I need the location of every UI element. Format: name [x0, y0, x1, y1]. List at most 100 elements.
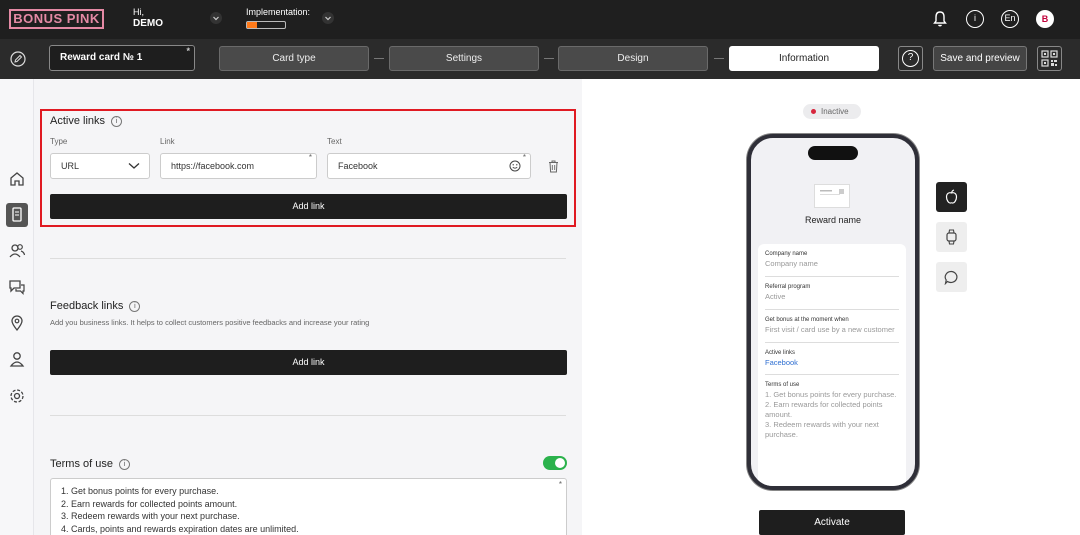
toolbar: Reward card № 1 * Card type Settings Des…	[0, 39, 1080, 79]
profile-icon[interactable]	[7, 349, 27, 369]
feedback-links-description: Add you business links. It helps to coll…	[50, 318, 370, 327]
link-text-value: Facebook	[338, 161, 378, 171]
qr-code-icon	[1041, 50, 1058, 67]
settings-icon[interactable]	[7, 386, 27, 406]
info-field-value: Company name	[765, 259, 818, 268]
form-panel: Active links i Type Link Text URL https:/…	[34, 79, 582, 535]
link-type-select[interactable]: URL	[50, 153, 150, 179]
terms-textarea[interactable]: * 1. Get bonus points for every purchase…	[50, 478, 567, 535]
info-field: Company name Company name	[765, 251, 899, 269]
language-icon[interactable]: En	[1001, 10, 1019, 28]
feedback-links-info-icon[interactable]: i	[129, 300, 141, 312]
toggle-knob	[555, 458, 565, 468]
active-links-title: Active links	[50, 115, 106, 127]
info-field-label: Referral program	[765, 284, 811, 290]
edit-icon[interactable]	[10, 51, 26, 67]
active-links-info-icon[interactable]: i	[111, 115, 123, 127]
card-info: Company name Company name Referral progr…	[758, 244, 906, 486]
help-button[interactable]: ?	[898, 46, 923, 71]
status-badge: Inactive	[803, 104, 861, 119]
info-separator	[765, 342, 899, 343]
info-field-value: Active	[765, 292, 786, 301]
greeting-text: Hi,	[133, 7, 144, 17]
add-active-link-button[interactable]: Add link	[50, 194, 567, 219]
home-icon[interactable]	[7, 169, 27, 189]
section-divider	[50, 258, 566, 259]
phone-notch	[808, 146, 858, 160]
reward-name: Reward name	[804, 215, 862, 225]
sidebar	[0, 79, 34, 535]
info-field-value: First visit / card use by a new customer	[765, 325, 895, 334]
user-menu-chevron-icon[interactable]	[210, 12, 222, 24]
users-icon[interactable]	[7, 241, 27, 261]
add-feedback-link-button[interactable]: Add link	[50, 350, 567, 375]
status-text: Inactive	[821, 107, 849, 116]
implementation-progress-fill	[247, 22, 257, 28]
chevron-down-icon	[128, 163, 140, 169]
avatar[interactable]: B	[1036, 10, 1054, 28]
implementation-chevron-icon[interactable]	[322, 12, 334, 24]
info-separator	[765, 276, 899, 277]
location-icon[interactable]	[7, 313, 27, 333]
terms-toggle[interactable]	[543, 456, 567, 470]
status-dot	[811, 109, 816, 114]
step-separator	[374, 58, 384, 59]
required-mark: *	[308, 153, 312, 162]
delete-icon[interactable]	[548, 160, 559, 173]
activate-button[interactable]: Activate	[759, 510, 905, 535]
text-label: Text	[327, 137, 342, 146]
implementation-progress-bar	[246, 21, 286, 29]
user-greeting[interactable]: Hi, DEMO	[133, 7, 163, 29]
chat-icon[interactable]	[7, 277, 27, 297]
info-field-label: Company name	[765, 251, 808, 257]
info-field-label: Get bonus at the moment when	[765, 317, 849, 323]
info-field: Terms of use 1. Get bonus points for eve…	[765, 382, 899, 440]
terms-info-icon[interactable]: i	[118, 458, 130, 470]
chat-platform-button[interactable]	[936, 262, 967, 292]
terms-section: Terms of use i	[50, 458, 130, 470]
info-field-label: Active links	[765, 350, 796, 356]
required-mark: *	[186, 46, 190, 56]
chat-bubble-icon	[944, 270, 958, 285]
step-separator	[544, 58, 554, 59]
section-divider	[50, 415, 566, 416]
implementation-label: Implementation:	[246, 7, 311, 17]
top-bar: BONUS PINK Hi, DEMO Implementation: i En…	[0, 0, 1080, 39]
step-card-type[interactable]: Card type	[219, 46, 369, 71]
info-field-label: Terms of use	[765, 382, 800, 388]
terms-line: 2. Earn rewards for collected points amo…	[61, 498, 238, 509]
link-url-input[interactable]: https://facebook.com *	[160, 153, 317, 179]
card-icon[interactable]	[6, 203, 28, 227]
info-field-value: 1. Get bonus points for every purchase. …	[765, 390, 897, 439]
step-information[interactable]: Information	[729, 46, 879, 71]
step-settings[interactable]: Settings	[389, 46, 539, 71]
bell-icon[interactable]	[931, 10, 949, 28]
apple-icon	[945, 189, 958, 204]
step-design[interactable]: Design	[558, 46, 708, 71]
card-thumbnail	[814, 184, 850, 208]
emoji-icon[interactable]	[509, 160, 521, 172]
info-field-link[interactable]: Facebook	[765, 358, 899, 367]
link-url-value: https://facebook.com	[171, 161, 255, 171]
link-text-input[interactable]: Facebook *	[327, 153, 531, 179]
terms-title: Terms of use	[50, 458, 113, 470]
help-icon: ?	[902, 50, 919, 67]
info-icon[interactable]: i	[966, 10, 984, 28]
required-mark: *	[522, 153, 526, 162]
info-field: Referral program Active	[765, 284, 899, 302]
info-separator	[765, 374, 899, 375]
terms-line: 4. Cards, points and rewards expiration …	[61, 523, 299, 534]
terms-line: 1. Get bonus points for every purchase.	[61, 486, 219, 496]
required-mark: *	[558, 480, 562, 489]
logo[interactable]: BONUS PINK	[9, 9, 104, 29]
step-separator	[714, 58, 724, 59]
apple-platform-button[interactable]	[936, 182, 967, 212]
info-separator	[765, 309, 899, 310]
feedback-links-title: Feedback links	[50, 300, 124, 312]
watch-platform-button[interactable]	[936, 222, 967, 252]
link-type-value: URL	[61, 161, 80, 171]
save-and-preview-button[interactable]: Save and preview	[933, 46, 1027, 71]
card-name-input[interactable]: Reward card № 1 *	[49, 45, 195, 71]
qr-code-button[interactable]	[1037, 46, 1062, 71]
active-links-section: Active links i	[50, 115, 123, 127]
